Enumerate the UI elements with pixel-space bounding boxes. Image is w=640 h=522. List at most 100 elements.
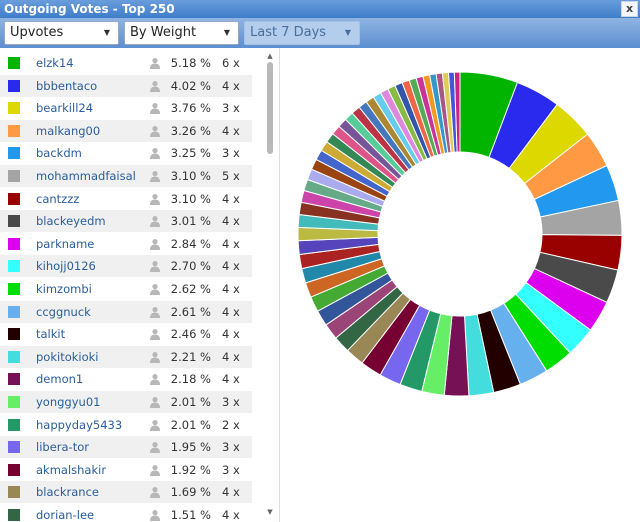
user-icon[interactable] <box>149 486 161 499</box>
color-swatch <box>8 441 20 454</box>
list-item[interactable]: happyday5433 2.01 % 2 x <box>0 414 252 436</box>
voter-name[interactable]: parkname <box>36 237 94 251</box>
list-item[interactable]: yonggyu01 2.01 % 3 x <box>0 391 252 413</box>
vote-type-select[interactable]: Upvotes ▼ <box>4 21 119 45</box>
vote-percent: 2.84 % <box>170 236 211 251</box>
voter-name[interactable]: happyday5433 <box>36 418 122 432</box>
list-item[interactable]: backdm 3.25 % 3 x <box>0 142 252 164</box>
chevron-down-icon: ▼ <box>103 28 110 37</box>
vote-count: 5 x <box>222 169 240 183</box>
color-swatch <box>8 260 20 273</box>
user-icon[interactable] <box>149 464 161 476</box>
user-icon[interactable] <box>149 102 161 115</box>
color-swatch <box>8 57 20 69</box>
color-swatch <box>8 305 20 318</box>
list-item[interactable]: ccggnuck 2.61 % 4 x <box>0 300 252 323</box>
voter-name[interactable]: bbbentaco <box>36 79 97 93</box>
voter-name[interactable]: kihojj0126 <box>36 259 96 273</box>
vote-percent: 1.95 % <box>170 440 211 455</box>
list-item[interactable]: mohammadfaisal 3.10 % 5 x <box>0 165 252 187</box>
list-item[interactable]: demon1 2.18 % 4 x <box>0 368 252 390</box>
sort-select[interactable]: By Weight ▼ <box>124 21 239 45</box>
user-icon[interactable] <box>149 80 161 92</box>
list-item[interactable]: malkang00 3.26 % 4 x <box>0 119 252 142</box>
user-icon[interactable] <box>149 509 161 521</box>
list-item[interactable]: kimzombi 2.62 % 4 x <box>0 278 252 300</box>
voter-name[interactable]: cantzzz <box>36 192 79 206</box>
list-item[interactable]: talkit 2.46 % 4 x <box>0 323 252 345</box>
vote-count: 3 x <box>222 146 240 161</box>
user-icon[interactable] <box>149 57 161 69</box>
user-icon[interactable] <box>149 351 161 363</box>
list-item[interactable]: dorian-lee 1.51 % 4 x <box>0 504 252 522</box>
voter-name[interactable]: demon1 <box>36 372 83 386</box>
voter-name[interactable]: pokitokioki <box>36 350 98 364</box>
user-icon[interactable] <box>149 283 161 295</box>
user-icon[interactable] <box>149 193 161 205</box>
user-icon[interactable] <box>149 328 161 341</box>
voter-name[interactable]: blackeyedm <box>36 214 106 228</box>
vote-count: 4 x <box>222 282 240 296</box>
user-icon[interactable] <box>149 373 161 386</box>
color-swatch <box>8 147 20 160</box>
vote-percent: 3.10 % <box>170 191 211 206</box>
vote-count: 4 x <box>222 123 240 138</box>
user-icon[interactable] <box>149 260 161 273</box>
list-item[interactable]: cantzzz 3.10 % 4 x <box>0 188 252 210</box>
vote-percent: 2.61 % <box>170 304 211 319</box>
voter-name[interactable]: libera-tor <box>36 440 89 454</box>
list-item[interactable]: parkname 2.84 % 4 x <box>0 233 252 255</box>
vote-count: 3 x <box>222 101 240 116</box>
color-swatch <box>8 509 20 521</box>
voter-name[interactable]: ccggnuck <box>36 305 91 319</box>
voter-name[interactable]: talkit <box>36 327 65 341</box>
voter-name[interactable]: yonggyu01 <box>36 395 100 409</box>
list-scrollbar[interactable]: ▲ ▼ <box>262 50 278 520</box>
list-item[interactable]: kihojj0126 2.70 % 4 x <box>0 255 252 278</box>
voter-name[interactable]: akmalshakir <box>36 463 106 477</box>
voter-name[interactable]: bearkill24 <box>36 101 93 115</box>
user-icon[interactable] <box>149 419 161 431</box>
list-item[interactable]: libera-tor 1.95 % 3 x <box>0 436 252 459</box>
user-icon[interactable] <box>149 306 161 318</box>
list-item[interactable]: bbbentaco 4.02 % 4 x <box>0 74 252 97</box>
voter-name[interactable]: malkang00 <box>36 124 100 138</box>
user-icon[interactable] <box>149 215 161 228</box>
scroll-down-arrow-icon[interactable]: ▼ <box>265 508 275 516</box>
color-swatch <box>8 350 20 363</box>
vote-percent: 3.10 % <box>170 169 211 183</box>
voter-name[interactable]: dorian-lee <box>36 508 94 522</box>
list-item[interactable]: blackeyedm 3.01 % 4 x <box>0 210 252 233</box>
color-swatch <box>8 486 20 499</box>
chevron-down-icon: ▼ <box>223 28 230 37</box>
voter-name[interactable]: backdm <box>36 146 82 160</box>
list-item[interactable]: pokitokioki 2.21 % 4 x <box>0 345 252 368</box>
vote-percent: 3.76 % <box>170 101 211 116</box>
user-icon[interactable] <box>149 170 161 182</box>
chevron-down-icon: ▼ <box>344 28 351 37</box>
vote-count: 4 x <box>222 304 240 319</box>
voter-name[interactable]: elzk14 <box>36 56 74 70</box>
voter-name[interactable]: blackrance <box>36 485 99 499</box>
list-item[interactable]: bearkill24 3.76 % 3 x <box>0 97 252 119</box>
user-icon[interactable] <box>149 125 161 137</box>
vote-percent: 2.70 % <box>170 259 211 274</box>
vote-count: 4 x <box>222 349 240 364</box>
list-item[interactable]: elzk14 5.18 % 6 x <box>0 52 252 74</box>
list-item[interactable]: akmalshakir 1.92 % 3 x <box>0 459 252 481</box>
color-swatch <box>8 373 20 386</box>
close-button[interactable]: x <box>621 1 638 17</box>
color-swatch <box>8 328 20 341</box>
toolbar: Upvotes ▼ By Weight ▼ Last 7 Days ▼ <box>0 18 640 48</box>
list-item[interactable]: blackrance 1.69 % 4 x <box>0 481 252 504</box>
period-select: Last 7 Days ▼ <box>244 21 360 45</box>
user-icon[interactable] <box>149 147 161 160</box>
voter-name[interactable]: mohammadfaisal <box>36 169 136 183</box>
user-icon[interactable] <box>149 396 161 408</box>
vote-percent: 2.62 % <box>170 282 211 296</box>
user-icon[interactable] <box>149 238 161 250</box>
voter-name[interactable]: kimzombi <box>36 282 92 296</box>
user-icon[interactable] <box>149 441 161 454</box>
scroll-up-arrow-icon[interactable]: ▲ <box>265 52 275 60</box>
scroll-thumb[interactable] <box>267 62 273 154</box>
